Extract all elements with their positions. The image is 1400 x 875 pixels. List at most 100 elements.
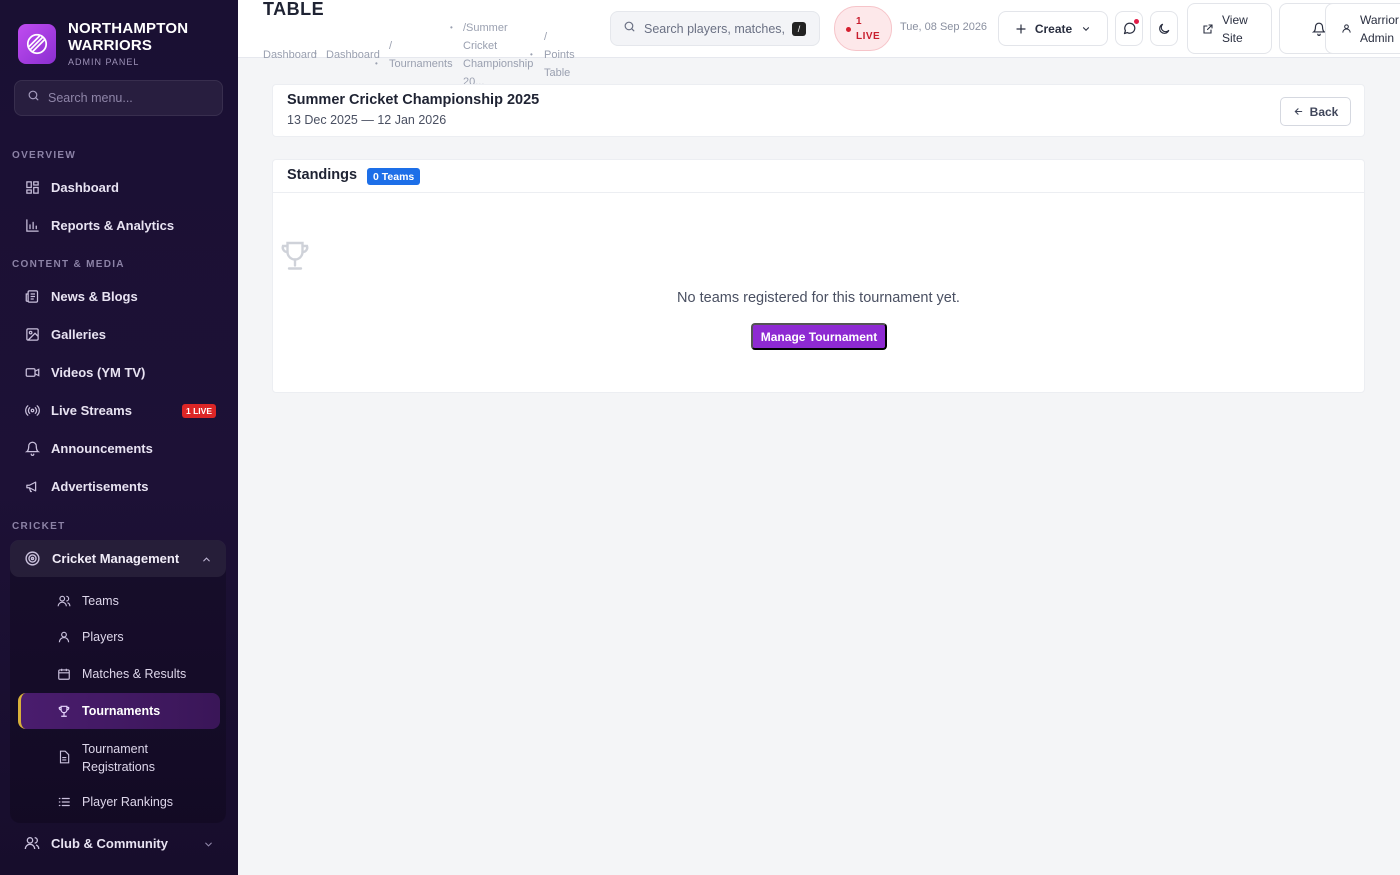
view-site-label-line2: Site xyxy=(1222,30,1243,45)
sidebar-item-label: Advertisements xyxy=(51,478,149,494)
sidebar-item-tournament-registrations[interactable]: Tournament Registrations xyxy=(58,740,155,776)
sidebar-item-label: Players xyxy=(82,630,124,644)
document-icon xyxy=(57,750,71,764)
sidebar-group-label: Club & Community xyxy=(51,835,168,851)
sidebar-item-tournaments[interactable]: Tournaments xyxy=(58,704,160,718)
current-date: Tue, 08 Sep 2026 xyxy=(900,21,988,33)
sidebar-item-reports[interactable]: Reports & Analytics xyxy=(12,208,226,242)
broadcast-icon xyxy=(24,402,40,418)
breadcrumb-bullet: • xyxy=(450,23,453,32)
breadcrumb-text: Table xyxy=(544,67,571,79)
target-icon xyxy=(24,550,41,567)
sidebar-item-label: Dashboard xyxy=(51,179,119,195)
user-icon xyxy=(57,630,71,644)
club-logo-icon xyxy=(18,23,56,64)
sidebar-item-videos[interactable]: Videos (YM TV) xyxy=(12,355,226,389)
sidebar-group-club-community[interactable]: Club & Community xyxy=(12,826,226,860)
megaphone-icon xyxy=(24,478,40,494)
breadcrumb-tournament-name[interactable]: /Summer Cricket Championship 20... xyxy=(463,19,533,91)
sidebar-item-label: Tournaments xyxy=(82,704,161,718)
theme-toggle-button[interactable] xyxy=(1150,11,1178,46)
tournament-title: Summer Cricket Championship 2025 xyxy=(287,92,540,108)
tournament-header-card: Summer Cricket Championship 2025 13 Dec … xyxy=(272,84,1365,137)
sidebar-item-label: Player Rankings xyxy=(82,795,174,809)
sidebar-item-label-line2: Registrations xyxy=(82,760,155,774)
view-site-button[interactable]: View Site xyxy=(1187,3,1272,54)
image-icon xyxy=(24,326,40,342)
sidebar-item-news[interactable]: News & Blogs xyxy=(12,279,226,313)
divider xyxy=(273,192,1364,193)
breadcrumb-dashboard[interactable]: Dashboard xyxy=(263,46,317,64)
video-icon xyxy=(24,364,40,380)
plus-icon xyxy=(1015,23,1027,35)
chevron-up-icon xyxy=(201,553,212,568)
sidebar-item-matches[interactable]: Matches & Results xyxy=(58,667,186,681)
team-count-badge: 0 Teams xyxy=(367,168,421,185)
live-count-badge: 1 LIVE xyxy=(182,404,216,418)
section-label-overview: OVERVIEW xyxy=(12,150,77,161)
dashboard-icon xyxy=(24,179,40,195)
chevron-down-icon xyxy=(203,838,214,853)
page-title: TABLE xyxy=(263,0,325,19)
standings-card: Standings 0 Teams No teams registered fo… xyxy=(272,159,1365,393)
sidebar-item-advertisements[interactable]: Advertisements xyxy=(12,469,226,503)
breadcrumb-text: /Summer xyxy=(463,22,508,34)
manage-tournament-button[interactable]: Manage Tournament xyxy=(751,323,887,350)
sidebar-item-galleries[interactable]: Galleries xyxy=(12,317,226,351)
breadcrumb-text: Championship xyxy=(463,58,534,70)
cricket-submenu xyxy=(10,540,226,823)
sidebar-item-teams[interactable]: Teams xyxy=(57,594,119,608)
breadcrumb-separator: / xyxy=(544,31,548,43)
messages-button[interactable] xyxy=(1115,11,1143,46)
sidebar-item-players[interactable]: Players xyxy=(58,630,124,644)
sidebar-item-live-streams[interactable]: Live Streams 1 LIVE xyxy=(12,393,226,427)
breadcrumb-text: Cricket xyxy=(463,40,498,52)
breadcrumb-current: Points Table xyxy=(544,46,575,82)
empty-state-message: No teams registered for this tournament … xyxy=(677,290,960,306)
brand-name-line2: WARRIORS xyxy=(68,37,153,54)
create-label: Create xyxy=(1034,21,1073,36)
user-menu-button[interactable]: Warrior Admin xyxy=(1325,3,1400,54)
sidebar-group-cricket-management[interactable]: Cricket Management xyxy=(10,540,226,577)
sidebar-item-player-rankings[interactable]: Player Rankings xyxy=(58,795,173,809)
global-search-input[interactable] xyxy=(644,21,786,36)
brand-subtitle: ADMIN PANEL xyxy=(68,57,140,67)
sidebar-item-announcements[interactable]: Announcements xyxy=(12,431,226,465)
global-search: / xyxy=(610,11,820,46)
chevron-down-icon xyxy=(1081,24,1091,34)
external-link-icon xyxy=(1202,23,1214,35)
sidebar-item-label: Videos (YM TV) xyxy=(51,364,146,380)
live-dot-icon xyxy=(846,27,851,32)
brand-name: NORTHAMPTON xyxy=(68,20,189,37)
sidebar-item-label: Live Streams xyxy=(51,402,132,418)
chart-icon xyxy=(24,217,40,233)
sidebar-item-label: Reports & Analytics xyxy=(51,217,175,233)
trophy-icon xyxy=(57,704,71,718)
sidebar-item-label: Tournament xyxy=(82,742,149,756)
breadcrumb-dashboard-2[interactable]: Dashboard xyxy=(326,46,380,64)
sidebar-group-label: Cricket Management xyxy=(52,551,180,566)
sidebar-search xyxy=(14,80,223,116)
arrow-left-icon xyxy=(1293,106,1304,117)
notification-dot xyxy=(1133,19,1139,24)
standings-title: Standings xyxy=(287,167,358,183)
back-label: Back xyxy=(1309,104,1339,119)
breadcrumb-tournaments[interactable]: Tournaments xyxy=(389,55,453,73)
top-header: TABLE Dashboard • Dashboard / • Tourname… xyxy=(238,0,1400,88)
brand[interactable]: NORTHAMPTON WARRIORS ADMIN PANEL xyxy=(18,20,188,67)
sidebar: NORTHAMPTON WARRIORS ADMIN PANEL OVERVIE… xyxy=(0,0,238,875)
sidebar-item-label: News & Blogs xyxy=(51,288,138,304)
tournament-dates: 13 Dec 2025 — 12 Jan 2026 xyxy=(287,113,447,127)
breadcrumb-bullet: • xyxy=(530,50,533,59)
create-button[interactable]: Create xyxy=(998,11,1108,46)
back-button[interactable]: Back xyxy=(1280,97,1351,126)
live-indicator[interactable]: 1 LIVE xyxy=(834,6,892,51)
sidebar-item-label: Announcements xyxy=(51,440,153,456)
calendar-icon xyxy=(57,667,71,681)
users-icon xyxy=(57,594,71,608)
sidebar-search-input[interactable] xyxy=(48,91,208,105)
sidebar-item-dashboard[interactable]: Dashboard xyxy=(12,170,226,204)
live-label: LIVE xyxy=(856,31,881,42)
breadcrumb-bullet: • xyxy=(314,49,317,58)
sidebar-item-label: Teams xyxy=(82,594,119,608)
